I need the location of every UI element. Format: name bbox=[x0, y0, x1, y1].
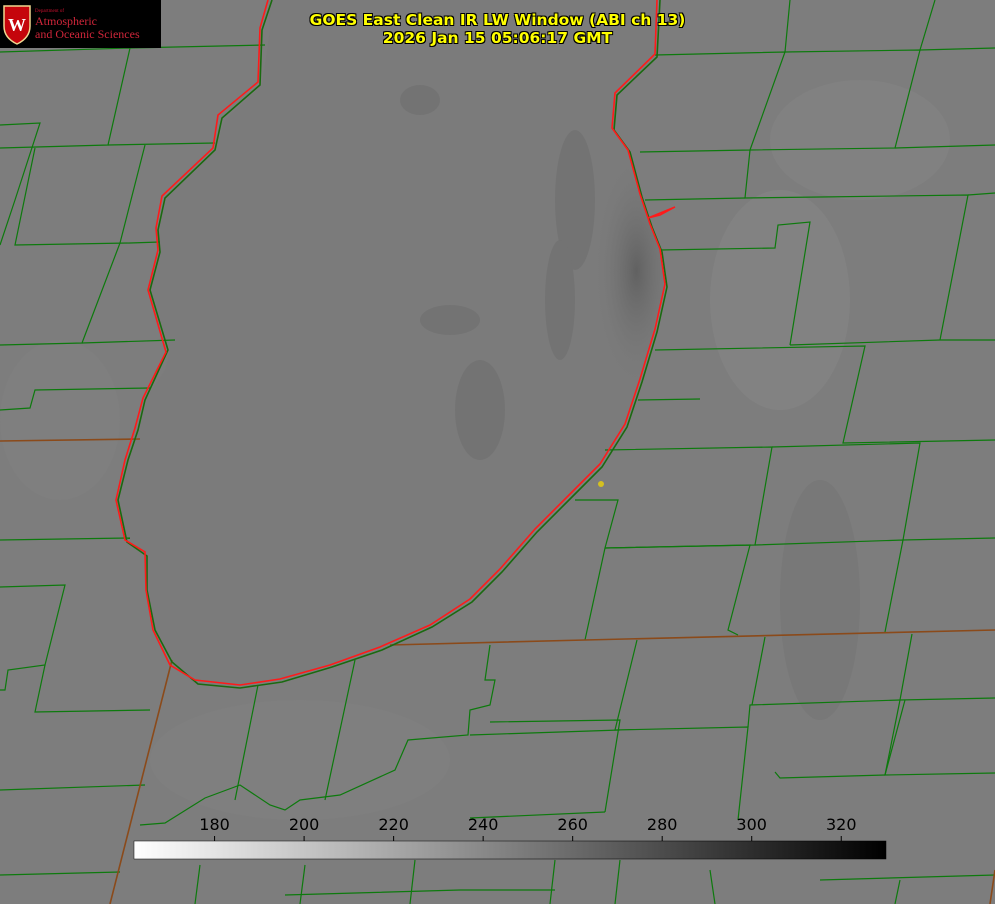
station-marker[interactable] bbox=[598, 481, 604, 487]
colorbar-tick-label: 220 bbox=[378, 815, 409, 834]
colorbar-tick-label: 180 bbox=[199, 815, 230, 834]
colorbar-tick-label: 200 bbox=[288, 815, 320, 834]
satellite-map[interactable] bbox=[0, 0, 995, 904]
colorbar-tick-label: 320 bbox=[825, 815, 857, 834]
colorbar-tick-label: 300 bbox=[736, 815, 767, 834]
colorbar-gradient bbox=[133, 840, 887, 860]
colorbar-tick-label: 240 bbox=[467, 815, 499, 834]
image-timestamp: 2026 Jan 15 05:06:17 GMT bbox=[382, 29, 613, 47]
image-title: GOES East Clean IR LW Window (ABI ch 13) bbox=[309, 11, 686, 29]
colorbar-tick-label: 280 bbox=[646, 815, 678, 834]
colorbar-tick-label: 260 bbox=[557, 815, 588, 834]
